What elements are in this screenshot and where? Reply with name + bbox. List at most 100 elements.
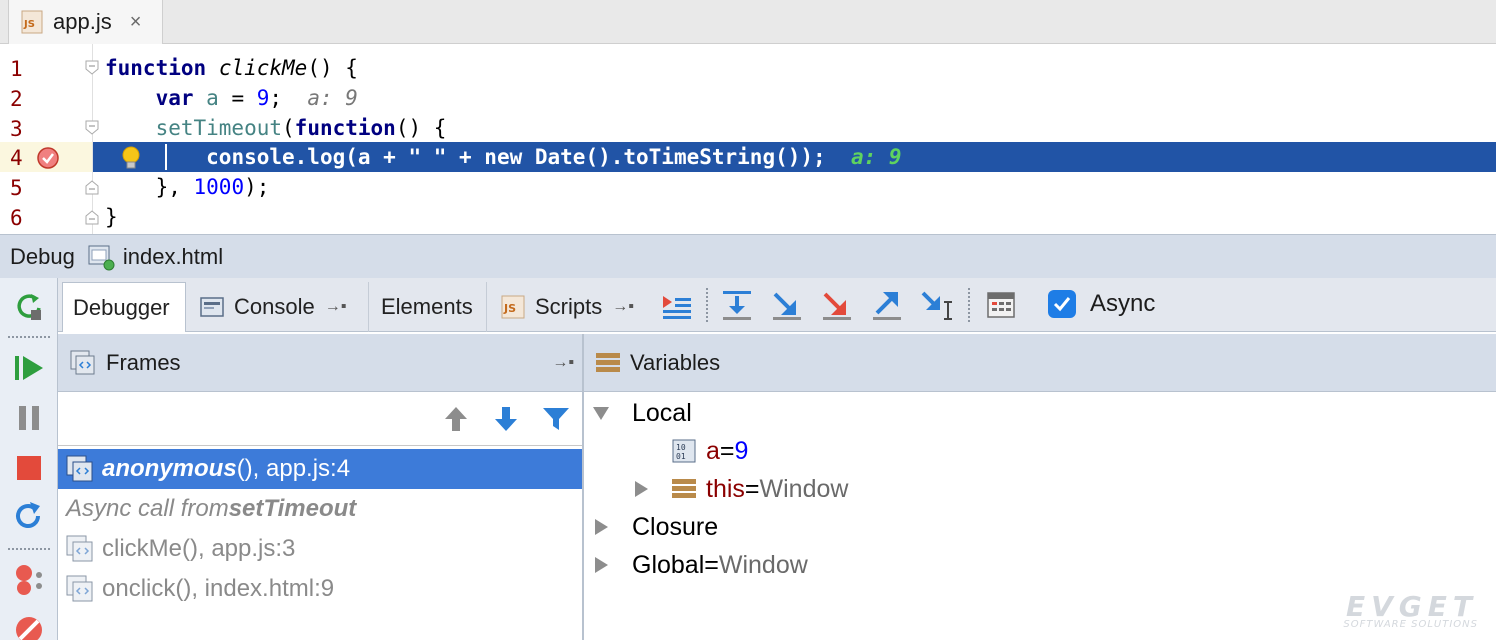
variable-name: a	[706, 436, 720, 465]
node-label: Closure	[632, 512, 719, 541]
expanded-triangle-icon[interactable]	[592, 404, 610, 422]
inline-value-hint: a: 9	[307, 86, 358, 110]
frame-row[interactable]: onclick(), index.html:9	[58, 569, 582, 609]
filter-icon[interactable]	[541, 404, 571, 434]
frame-text: clickMe(), app.js:3	[102, 535, 296, 562]
watermark: EVGET SOFTWARE SOLUTIONS	[1343, 590, 1478, 630]
pin-tab-icon[interactable]: →▪	[612, 298, 634, 316]
code-line-5: 5 }, 1000);	[0, 172, 1496, 202]
tree-node-closure[interactable]: Closure	[592, 509, 718, 545]
variables-panel-header: Variables	[584, 334, 1496, 392]
editor-tab-label: app.js	[53, 9, 112, 34]
variable-value: 9	[734, 436, 749, 465]
debugger-toolbar: Debugger Console →▪ Elements JS Scripts …	[58, 278, 1496, 332]
code-text: setTimeout(function() {	[155, 116, 447, 140]
stop-icon[interactable]	[13, 452, 45, 484]
svg-text:JS: JS	[503, 302, 516, 315]
inline-value-hint: a: 9	[850, 145, 902, 169]
variable-value: Window	[759, 474, 849, 503]
pin-panel-icon[interactable]: →▪	[552, 354, 574, 372]
tree-node-local[interactable]: Local	[592, 395, 692, 431]
mute-breakpoints-icon[interactable]	[13, 614, 45, 640]
code-line-4: 4 console.log(a + " " + new Date().toTim…	[0, 142, 1496, 172]
code-text: var a = 9; a: 9	[155, 86, 358, 110]
editor-tab-app-js[interactable]: JS app.js ×	[8, 0, 163, 44]
debug-side-toolbar	[0, 278, 58, 640]
force-step-into-icon[interactable]	[820, 288, 854, 322]
tree-node-global[interactable]: Global = Window	[592, 547, 808, 583]
fold-open-icon[interactable]	[84, 60, 100, 76]
variable-a[interactable]: 10 01 a = 9	[672, 433, 748, 469]
svg-text:01: 01	[676, 452, 686, 461]
toolbar-separator	[8, 548, 50, 550]
arrow-up-icon[interactable]	[441, 404, 471, 434]
arrow-down-icon[interactable]	[491, 404, 521, 434]
tab-scripts[interactable]: JS Scripts →▪	[486, 282, 648, 332]
line-number: 3	[10, 117, 23, 141]
line-number: 2	[10, 87, 23, 111]
debug-config-name[interactable]: index.html	[123, 244, 223, 270]
code-text: console.log(a + " " + new Date().toTimeS…	[206, 145, 902, 169]
toolbar-separator	[706, 288, 708, 322]
step-over-icon[interactable]	[720, 288, 754, 322]
line-number: 6	[10, 206, 23, 230]
frame-icon	[66, 455, 93, 482]
async-call-separator: Async call from setTimeout	[66, 495, 357, 522]
async-label: Async	[1090, 290, 1156, 317]
checkmark-icon	[1053, 297, 1071, 312]
console-icon	[200, 297, 224, 317]
code-editor[interactable]: 1 function clickMe() { 2 var a = 9; a: 9…	[0, 44, 1496, 234]
show-execution-point-icon[interactable]	[660, 288, 694, 322]
code-line-3: 3 setTimeout(function() {	[0, 113, 1496, 143]
collapsed-triangle-icon[interactable]	[592, 556, 610, 574]
frames-list: anonymous(), app.js:4 Async call from se…	[58, 447, 582, 640]
tab-console[interactable]: Console →▪	[198, 282, 368, 332]
collapsed-triangle-icon[interactable]	[592, 518, 610, 536]
frames-toolbar	[58, 392, 582, 446]
debug-tool-window-header: Debug index.html	[0, 234, 1496, 278]
toolbar-separator	[8, 336, 50, 338]
code-text: }	[105, 205, 118, 229]
toolbar-separator	[968, 288, 970, 322]
variable-value: Window	[718, 550, 808, 579]
variables-title: Variables	[630, 349, 721, 375]
step-into-icon[interactable]	[770, 288, 804, 322]
frames-panel-header: Frames →▪	[58, 334, 582, 392]
svg-text:10: 10	[676, 443, 686, 452]
fold-close-icon[interactable]	[84, 209, 100, 225]
tab-label: Elements	[381, 294, 473, 319]
evaluate-expression-icon[interactable]	[984, 288, 1018, 322]
collapsed-triangle-icon[interactable]	[632, 480, 650, 498]
primitive-value-icon: 10 01	[672, 439, 696, 463]
fold-close-icon[interactable]	[84, 179, 100, 195]
pin-tab-icon[interactable]: →▪	[325, 298, 347, 316]
fold-open-icon[interactable]	[84, 120, 100, 136]
svg-text:JS: JS	[23, 19, 35, 30]
frame-row-selected[interactable]: anonymous(), app.js:4	[58, 449, 582, 489]
view-breakpoints-icon[interactable]	[13, 564, 45, 596]
async-toggle[interactable]: Async	[1048, 290, 1155, 318]
tab-debugger[interactable]: Debugger	[62, 282, 186, 332]
reload-icon[interactable]	[13, 500, 45, 532]
line-number: 1	[10, 57, 23, 81]
variable-name: this	[706, 474, 745, 503]
watermark-tagline: SOFTWARE SOLUTIONS	[1343, 619, 1478, 630]
step-out-icon[interactable]	[870, 288, 904, 322]
variables-icon	[596, 352, 620, 372]
pause-icon[interactable]	[13, 402, 45, 434]
run-to-cursor-icon[interactable]	[920, 288, 954, 322]
frames-icon	[70, 350, 95, 374]
variable-this[interactable]: this = Window	[632, 471, 848, 507]
html-run-config-icon	[88, 245, 115, 270]
frames-title: Frames	[106, 349, 181, 375]
resume-icon[interactable]	[13, 352, 45, 384]
tab-elements[interactable]: Elements	[368, 282, 486, 332]
line-number: 5	[10, 176, 23, 200]
editor-tab-bar: JS app.js ×	[0, 0, 1496, 44]
close-icon[interactable]: ×	[130, 12, 142, 32]
rerun-icon[interactable]	[13, 290, 45, 322]
async-checkbox[interactable]	[1048, 290, 1076, 318]
breakpoint-icon[interactable]	[36, 146, 60, 170]
frame-row[interactable]: clickMe(), app.js:3	[58, 529, 582, 569]
frame-text: onclick(), index.html:9	[102, 575, 335, 602]
